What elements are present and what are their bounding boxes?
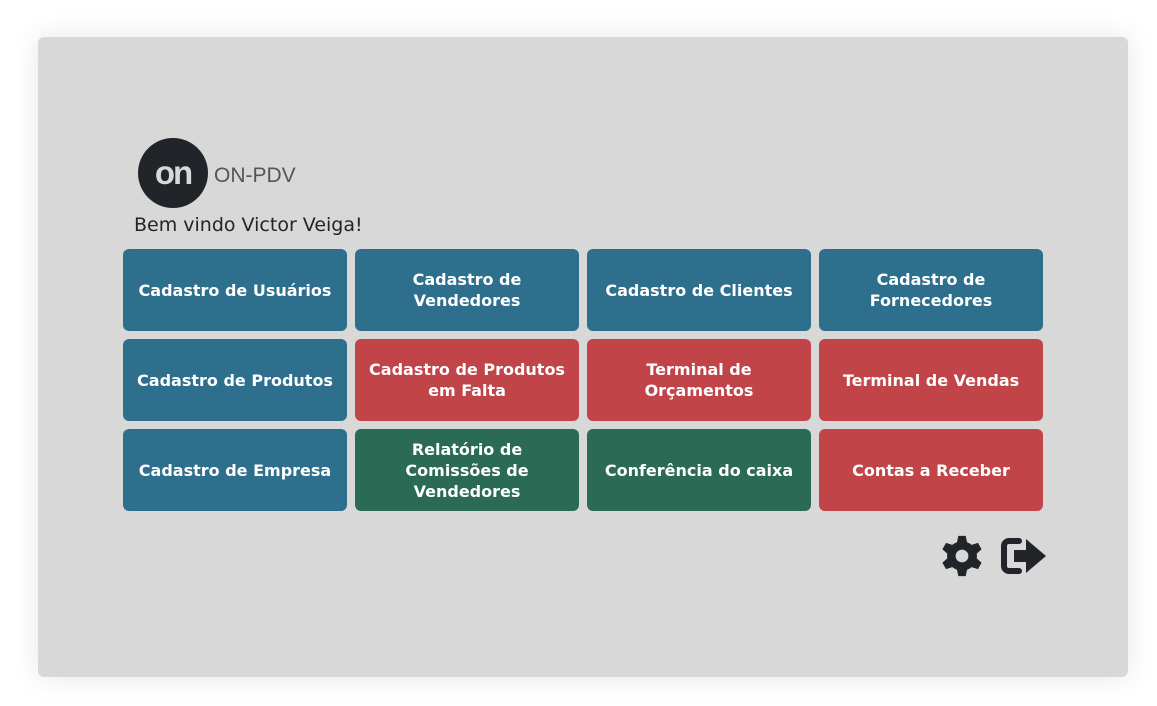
conferencia-caixa-button[interactable]: Conferência do caixa [587,429,811,511]
brand-name: ON-PDV [214,164,296,187]
brand: on ON-PDV [138,138,296,208]
gear-icon [942,535,982,577]
cadastro-produtos-button[interactable]: Cadastro de Produtos [123,339,347,421]
cadastro-clientes-button[interactable]: Cadastro de Clientes [587,249,811,331]
cadastro-usuarios-button[interactable]: Cadastro de Usuários [123,249,347,331]
welcome-message: Bem vindo Victor Veiga! [134,214,363,236]
logout-button[interactable] [998,535,1048,577]
terminal-vendas-button[interactable]: Terminal de Vendas [819,339,1043,421]
settings-button[interactable] [940,534,984,578]
cadastro-vendedores-button[interactable]: Cadastro de Vendedores [355,249,579,331]
cadastro-produtos-em-falta-button[interactable]: Cadastro de Produtos em Falta [355,339,579,421]
cadastro-empresa-button[interactable]: Cadastro de Empresa [123,429,347,511]
sign-out-icon [1001,538,1046,574]
terminal-orcamentos-button[interactable]: Terminal de Orçamentos [587,339,811,421]
on-logo: on [138,138,208,208]
cadastro-fornecedores-button[interactable]: Cadastro de Fornecedores [819,249,1043,331]
menu-grid: Cadastro de Usuários Cadastro de Vendedo… [123,249,1043,511]
relatorio-comissoes-button[interactable]: Relatório de Comissões de Vendedores [355,429,579,511]
action-bar [940,534,1048,578]
contas-a-receber-button[interactable]: Contas a Receber [819,429,1043,511]
